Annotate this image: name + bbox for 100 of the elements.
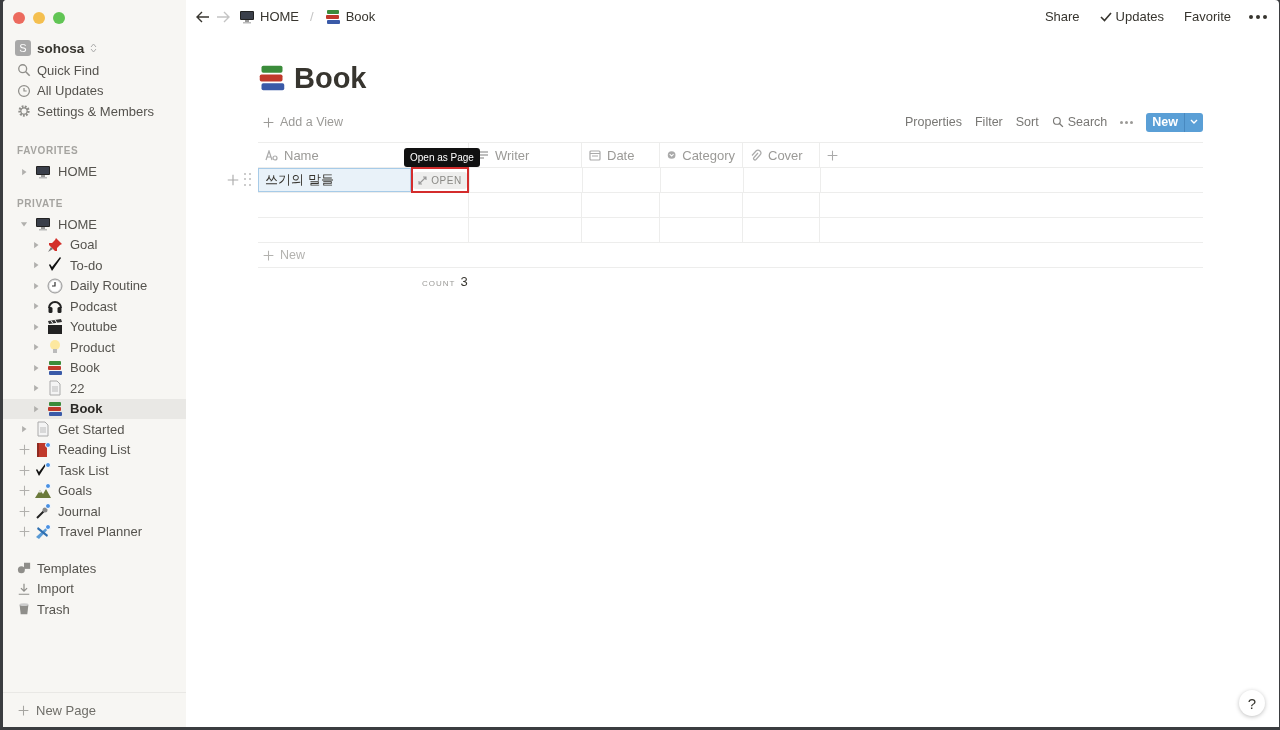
sidebar-nav-item[interactable]: Settings & Members [3, 101, 186, 122]
plus-icon [826, 148, 839, 162]
back-arrow-icon[interactable] [196, 10, 210, 23]
triangle-icon [31, 383, 41, 394]
sidebar-page-item[interactable]: Task List [3, 460, 186, 481]
sidebar-page-item[interactable]: Podcast [3, 296, 186, 317]
search-icon [17, 63, 31, 78]
plus-icon [17, 504, 31, 518]
sidebar-page-item[interactable]: Youtube [3, 316, 186, 337]
zoom-window-button[interactable] [53, 12, 65, 24]
sidebar-page-item[interactable]: Product [3, 337, 186, 358]
triangle-icon [31, 239, 41, 250]
add-template-button[interactable] [17, 504, 31, 518]
sidebar-page-item[interactable]: 22 [3, 378, 186, 399]
page-title: Daily Routine [70, 278, 148, 294]
help-button[interactable]: ? [1239, 690, 1265, 716]
forward-arrow-icon[interactable] [216, 10, 230, 23]
header-action-button[interactable]: Updates [1099, 9, 1165, 24]
search-icon [1051, 116, 1064, 128]
page-title: Goals [58, 483, 92, 499]
add-template-button[interactable] [17, 443, 31, 457]
add-template-button[interactable] [17, 525, 31, 539]
sidebar-nav-item[interactable]: Templates [3, 558, 186, 579]
page-title: Goal [70, 237, 98, 253]
sidebar-page-item[interactable]: HOME [3, 214, 186, 235]
breadcrumb-link[interactable]: Book [321, 8, 379, 25]
triangle-icon [31, 342, 41, 353]
page-title: Get Started [58, 421, 125, 437]
plus-icon [17, 525, 31, 539]
more-options-icon[interactable] [1249, 14, 1267, 19]
sidebar-page-item[interactable]: Travel Planner [3, 521, 186, 542]
workspace-name[interactable]: sohosa [37, 40, 85, 56]
expand-icon [418, 175, 428, 185]
sidebar-page-item[interactable]: Goal [3, 234, 186, 255]
document-icon [47, 380, 63, 397]
view-control-button[interactable]: Properties [905, 115, 962, 129]
add-row-button[interactable] [226, 173, 240, 187]
add-template-button[interactable] [17, 484, 31, 498]
section-heading: PRIVATE [16, 196, 65, 210]
triangle-icon [19, 166, 29, 177]
triangle-icon [31, 301, 41, 312]
books-icon [47, 359, 63, 376]
triangle-icon [31, 362, 41, 373]
plus-icon [17, 463, 31, 477]
books-icon [47, 400, 63, 417]
triangle-icon [31, 403, 41, 414]
add-template-button[interactable] [17, 463, 31, 477]
sidebar-page-item[interactable]: Daily Routine [3, 275, 186, 296]
sidebar-page-item[interactable]: HOME [3, 161, 186, 182]
sidebar-page-item[interactable]: To-do [3, 255, 186, 276]
gear-icon [17, 104, 31, 119]
sidebar-page-item[interactable]: Journal [3, 501, 186, 522]
sidebar-page-item[interactable]: Book [3, 357, 186, 378]
plus-icon [17, 484, 31, 498]
chevron-updown-icon [90, 43, 98, 53]
page-title: Reading List [58, 442, 131, 458]
books-icon [258, 64, 286, 92]
triangle-icon [31, 321, 41, 332]
page-title: HOME [58, 216, 97, 232]
monitor-icon [35, 216, 51, 233]
page-title: 22 [70, 380, 85, 396]
view-control-button[interactable]: Sort [1015, 115, 1039, 129]
monitor-icon [35, 163, 51, 180]
page-title: Travel Planner [58, 524, 143, 540]
book-icon [35, 441, 51, 458]
page-title: Book [294, 61, 367, 95]
caret-icon [1190, 119, 1198, 125]
view-control-button[interactable]: Filter [974, 115, 1003, 129]
mountain-icon [35, 482, 51, 499]
sidebar-nav-item[interactable]: Import [3, 578, 186, 599]
close-window-button[interactable] [13, 12, 25, 24]
sidebar-page-item[interactable]: Goals [3, 480, 186, 501]
trash-icon [17, 602, 31, 617]
page-title: To-do [70, 257, 103, 273]
sidebar-page-item[interactable]: Book [3, 398, 186, 419]
monitor-icon [239, 8, 255, 25]
checkmark-icon [1099, 11, 1112, 22]
page-title: HOME [58, 164, 97, 180]
page-title: Book [70, 360, 100, 376]
plus-icon [17, 443, 31, 457]
header-action-button[interactable]: Favorite [1184, 9, 1231, 24]
breadcrumb-link[interactable]: HOME [236, 8, 302, 25]
table-cell[interactable]: 쓰기의 말들 [258, 168, 411, 192]
page-title: Task List [58, 462, 109, 478]
clock-icon [47, 277, 63, 294]
sidebar-nav-item[interactable]: All Updates [3, 80, 186, 101]
books-icon [324, 8, 341, 25]
sidebar-page-item[interactable]: Reading List [3, 439, 186, 460]
minimize-window-button[interactable] [33, 12, 45, 24]
page-title: Journal [58, 503, 101, 519]
sidebar-nav-item[interactable]: Trash [3, 599, 186, 620]
sidebar-nav-item[interactable]: Quick Find [3, 60, 186, 81]
triangle-icon [31, 280, 41, 291]
microphone-icon [35, 503, 51, 520]
airplane-icon [35, 523, 51, 540]
new-page-button[interactable]: New Page [3, 692, 186, 727]
view-control-button[interactable]: Search [1051, 115, 1108, 129]
header-action-button[interactable]: Share [1044, 9, 1080, 24]
workspace-avatar: S [15, 40, 31, 56]
sidebar-page-item[interactable]: Get Started [3, 419, 186, 440]
